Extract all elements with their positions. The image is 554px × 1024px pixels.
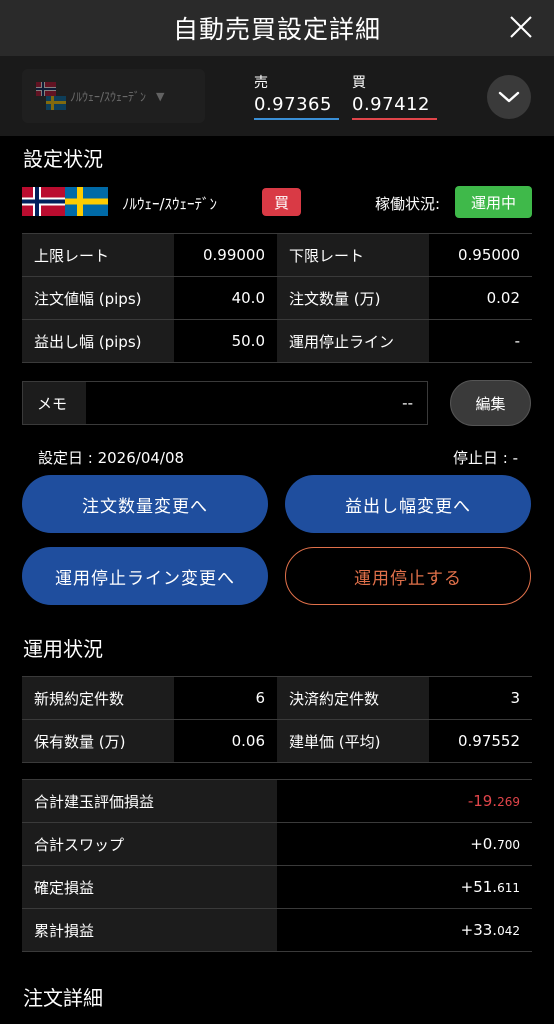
table-row: 合計建玉評価損益 -19.269 (22, 779, 532, 823)
buy-underline (352, 118, 437, 120)
table-row: 注文値幅 (pips) 40.0 注文数量 (万) 0.02 (22, 276, 532, 320)
memo-label: メモ (23, 382, 86, 424)
total-position-pnl-main: -19. (467, 792, 498, 810)
order-qty-label: 注文数量 (万) (277, 276, 429, 320)
order-width-label: 注文値幅 (pips) (22, 276, 174, 320)
change-order-qty-button[interactable]: 注文数量変更へ (22, 475, 268, 533)
table-row: 累計損益 +33.042 (22, 908, 532, 952)
total-swap-value: +0.700 (277, 822, 532, 866)
realized-pnl-label: 確定損益 (22, 865, 277, 909)
edit-memo-button[interactable]: 編集 (450, 380, 531, 426)
lower-rate-value: 0.95000 (429, 233, 532, 277)
new-fills-value: 6 (174, 676, 277, 720)
order-detail-section-title: 注文詳細 (23, 986, 103, 1010)
rate-bar: ﾉﾙｳｪｰ/ｽｳｪｰﾃﾞﾝ ▼ 売 0.97365 買 0.97412 (0, 56, 554, 136)
stop-date: 停止日 : - (452, 449, 518, 467)
lower-rate-label: 下限レート (277, 233, 429, 277)
pair-name: ﾉﾙｳｪｰ/ｽｳｪｰﾃﾞﾝ (122, 195, 218, 213)
order-qty-value: 0.02 (429, 276, 532, 320)
stop-line-label: 運用停止ライン (277, 319, 429, 363)
close-icon (510, 16, 532, 38)
set-date: 設定日 : 2026/04/08 (38, 449, 185, 467)
side-badge: 買 (262, 188, 301, 216)
buy-label: 買 (352, 75, 366, 91)
norway-sweden-flags-icon (36, 82, 66, 110)
realized-pnl-value: +51.611 (277, 865, 532, 909)
profit-width-label: 益出し幅 (pips) (22, 319, 174, 363)
total-position-pnl-frac: 269 (497, 795, 520, 809)
cumulative-pnl-value: +33.042 (277, 908, 532, 952)
currency-pair-select-label: ﾉﾙｳｪｰ/ｽｳｪｰﾃﾞﾝ (70, 89, 147, 104)
currency-pair-select[interactable]: ﾉﾙｳｪｰ/ｽｳｪｰﾃﾞﾝ ▼ (22, 69, 205, 123)
table-row: 新規約定件数 6 決済約定件数 3 (22, 676, 532, 720)
memo-row: メモ -- (22, 381, 428, 425)
total-position-pnl-label: 合計建玉評価損益 (22, 779, 277, 823)
change-stop-line-button[interactable]: 運用停止ライン変更へ (22, 547, 268, 605)
total-position-pnl-value: -19.269 (277, 779, 532, 823)
table-row: 上限レート 0.99000 下限レート 0.95000 (22, 233, 532, 277)
app-header: 自動売買設定詳細 (0, 0, 554, 56)
table-row: 確定損益 +51.611 (22, 865, 532, 909)
stop-operation-button[interactable]: 運用停止する (285, 547, 531, 605)
status-label: 稼働状況: (375, 195, 441, 213)
status-badge: 運用中 (455, 186, 532, 218)
sell-rate-value: 0.97365 (254, 94, 332, 115)
chevron-down-icon: ▼ (156, 89, 165, 103)
realized-pnl-main: +51. (460, 878, 498, 896)
pair-summary-row: ﾉﾙｳｪｰ/ｽｳｪｰﾃﾞﾝ 買 稼働状況: 運用中 (22, 185, 532, 221)
cumulative-pnl-label: 累計損益 (22, 908, 277, 952)
avg-price-label: 建単価 (平均) (277, 719, 429, 763)
holding-qty-label: 保有数量 (万) (22, 719, 174, 763)
buy-rate-value: 0.97412 (352, 94, 430, 115)
order-width-value: 40.0 (174, 276, 277, 320)
settings-table: 上限レート 0.99000 下限レート 0.95000 注文値幅 (pips) … (22, 233, 532, 363)
settings-section-title: 設定状況 (23, 147, 103, 171)
sell-underline (254, 118, 339, 120)
norway-sweden-flags-icon (22, 187, 108, 216)
change-profit-width-button[interactable]: 益出し幅変更へ (285, 475, 531, 533)
chevron-down-icon (498, 91, 520, 103)
upper-rate-value: 0.99000 (174, 233, 277, 277)
sell-rate: 売 0.97365 (254, 72, 339, 120)
holding-qty-value: 0.06 (174, 719, 277, 763)
close-fills-label: 決済約定件数 (277, 676, 429, 720)
new-fills-label: 新規約定件数 (22, 676, 174, 720)
total-swap-frac: 700 (497, 838, 520, 852)
pnl-table: 合計建玉評価損益 -19.269 合計スワップ +0.700 確定損益 +51.… (22, 779, 532, 952)
cumulative-pnl-frac: 042 (497, 924, 520, 938)
avg-price-value: 0.97552 (429, 719, 532, 763)
page-title: 自動売買設定詳細 (172, 15, 381, 44)
upper-rate-label: 上限レート (22, 233, 174, 277)
total-swap-main: +0. (470, 835, 498, 853)
operation-section-title: 運用状況 (23, 637, 103, 661)
table-row: 合計スワップ +0.700 (22, 822, 532, 866)
table-row: 益出し幅 (pips) 50.0 運用停止ライン - (22, 319, 532, 363)
stop-line-value: - (429, 319, 532, 363)
close-button[interactable] (506, 12, 536, 42)
close-fills-value: 3 (429, 676, 532, 720)
profit-width-value: 50.0 (174, 319, 277, 363)
cumulative-pnl-main: +33. (460, 921, 498, 939)
table-row: 保有数量 (万) 0.06 建単価 (平均) 0.97552 (22, 719, 532, 763)
sell-label: 売 (254, 75, 268, 91)
realized-pnl-frac: 611 (497, 881, 520, 895)
operation-table: 新規約定件数 6 決済約定件数 3 保有数量 (万) 0.06 建単価 (平均)… (22, 676, 532, 763)
memo-value: -- (86, 382, 427, 424)
total-swap-label: 合計スワップ (22, 822, 277, 866)
buy-rate: 買 0.97412 (352, 72, 437, 120)
expand-button[interactable] (487, 75, 531, 119)
